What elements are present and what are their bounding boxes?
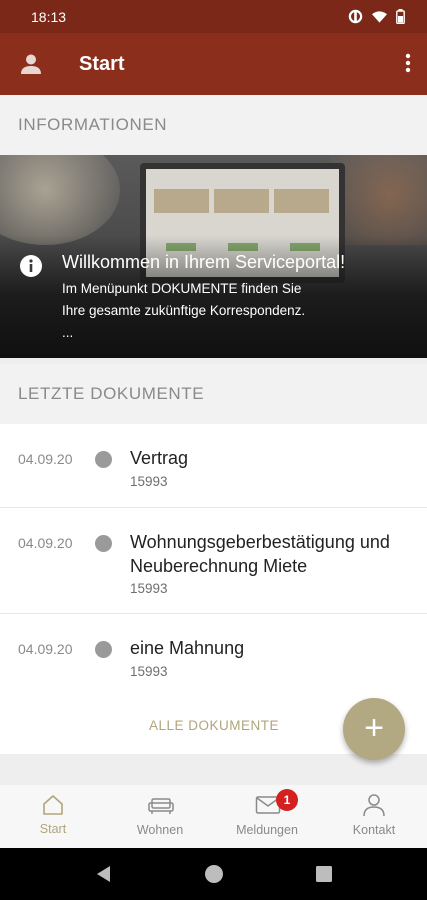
- document-title: Wohnungsgeberbestätigung und Neuberechnu…: [130, 532, 390, 576]
- banner-glow: [0, 155, 120, 245]
- nav-item-meldungen[interactable]: 1 Meldungen: [214, 785, 320, 848]
- home-icon: [43, 795, 63, 815]
- status-bar: 18:13: [0, 0, 427, 33]
- nav-label: Kontakt: [352, 823, 396, 837]
- wifi-icon: [371, 10, 388, 23]
- more-vert-icon[interactable]: [405, 52, 411, 74]
- unread-indicator: [95, 451, 112, 468]
- status-icons: [348, 9, 405, 24]
- back-icon[interactable]: [95, 865, 111, 883]
- person-icon: [363, 794, 385, 817]
- document-date: 04.09.20: [18, 641, 73, 657]
- banner-body: Im Menüpunkt DOKUMENTE finden Sie Ihre g…: [62, 278, 362, 344]
- nav-item-start[interactable]: Start: [0, 785, 106, 848]
- document-number: 15993: [130, 474, 168, 489]
- all-documents-link[interactable]: ALLE DOKUMENTE: [149, 718, 279, 733]
- nav-label: Wohnen: [136, 823, 184, 837]
- unread-indicator: [95, 641, 112, 658]
- document-title: eine Mahnung: [130, 638, 245, 658]
- document-row[interactable]: 04.09.20 Vertrag 15993: [0, 424, 427, 508]
- account-icon[interactable]: [20, 53, 42, 75]
- section-header-letzte-dokumente: LETZTE DOKUMENTE: [0, 364, 427, 424]
- app-bar: Start: [0, 33, 427, 95]
- bottom-nav: Start Wohnen 1 Meldungen Kontakt: [0, 785, 427, 848]
- info-banner[interactable]: Willkommen in Ihrem Serviceportal! Im Me…: [0, 155, 427, 358]
- document-number: 15993: [130, 664, 168, 679]
- sofa-icon: [148, 798, 174, 814]
- banner-headline: Willkommen in Ihrem Serviceportal!: [62, 252, 346, 272]
- recents-icon[interactable]: [316, 866, 332, 882]
- home-circle-icon[interactable]: [204, 864, 224, 884]
- section-header-informationen: INFORMATIONEN: [0, 95, 427, 155]
- document-title: Vertrag: [130, 448, 189, 468]
- unread-indicator: [95, 535, 112, 552]
- data-saver-icon: [348, 9, 363, 24]
- add-fab-button[interactable]: +: [343, 698, 405, 760]
- nav-label: Meldungen: [236, 823, 298, 837]
- document-date: 04.09.20: [18, 451, 73, 467]
- banner-body-line: ...: [62, 325, 74, 340]
- nav-label: Start: [39, 822, 67, 836]
- battery-icon: [396, 9, 405, 24]
- page-title: Start: [79, 53, 125, 75]
- document-date: 04.09.20: [18, 535, 73, 551]
- notification-badge: 1: [276, 789, 298, 811]
- system-nav-bar: [0, 848, 427, 900]
- document-row[interactable]: 04.09.20 Wohnungsgeberbestätigung und Ne…: [0, 508, 427, 614]
- info-icon: [20, 255, 42, 277]
- document-number: 15993: [130, 581, 168, 596]
- document-row[interactable]: 04.09.20 eine Mahnung 15993: [0, 614, 427, 698]
- document-list: 04.09.20 Vertrag 15993 04.09.20 Wohnungs…: [0, 424, 427, 698]
- banner-body-line: Ihre gesamte zukünftige Korrespondenz.: [62, 303, 306, 318]
- status-time: 18:13: [31, 9, 67, 25]
- banner-body-line: Im Menüpunkt DOKUMENTE finden Sie: [62, 281, 302, 296]
- nav-item-wohnen[interactable]: Wohnen: [107, 785, 213, 848]
- nav-item-kontakt[interactable]: Kontakt: [321, 785, 427, 848]
